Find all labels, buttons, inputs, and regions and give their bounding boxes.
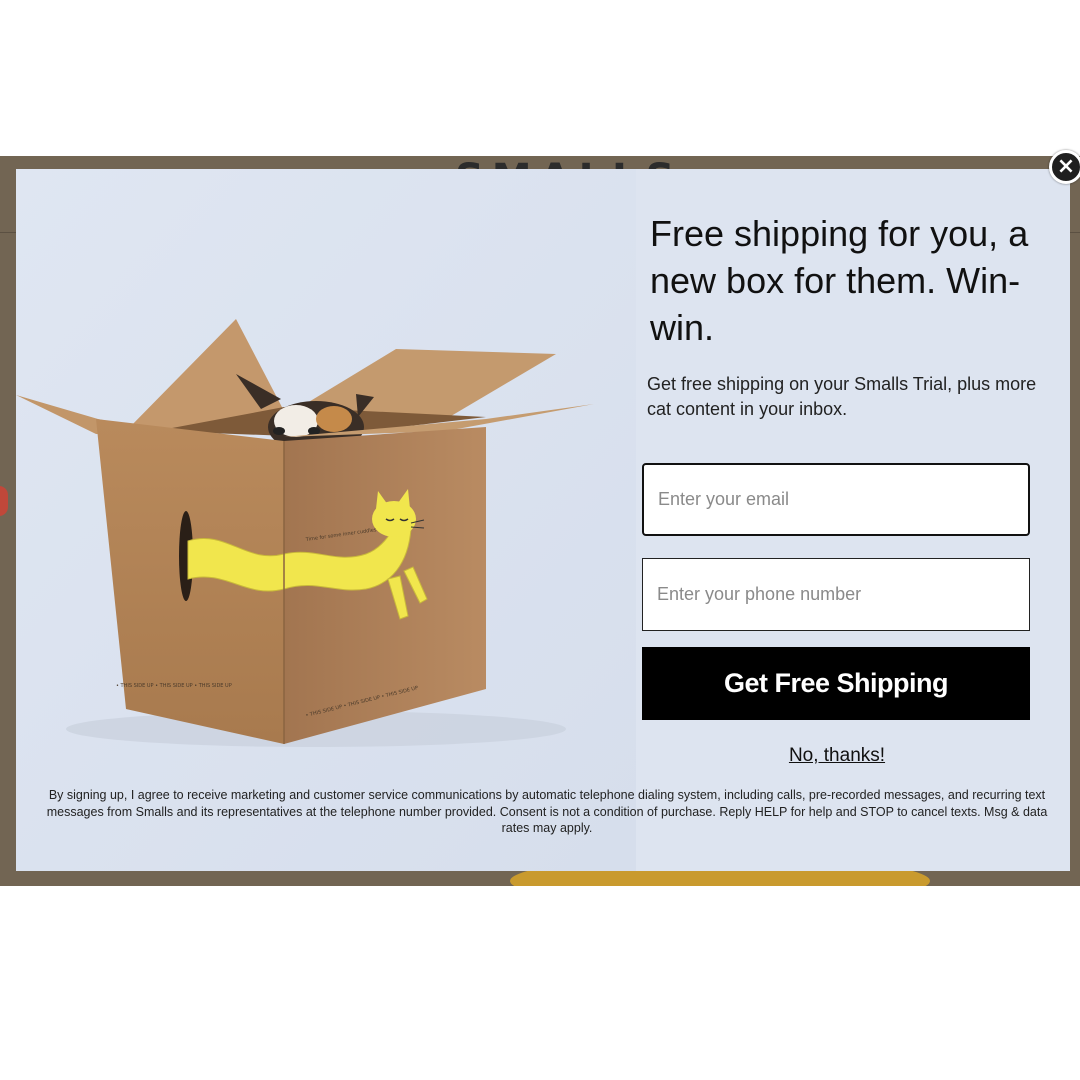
phone-input[interactable] — [642, 558, 1030, 631]
signup-modal: Time for some inner cuddles • THIS SIDE … — [16, 169, 1070, 871]
modal-headline: Free shipping for you, a new box for the… — [650, 213, 1029, 348]
close-icon[interactable]: × — [1049, 150, 1080, 184]
modal-subhead: Get free shipping on your Smalls Trial, … — [647, 374, 1037, 419]
get-free-shipping-button[interactable]: Get Free Shipping — [642, 647, 1030, 720]
svg-text:• THIS SIDE UP • THIS SIDE: • THIS SIDE UP • THIS SIDE UP • THIS SID… — [116, 683, 232, 689]
cat-in-box-illustration: Time for some inner cuddles • THIS SIDE … — [16, 169, 636, 871]
consent-disclaimer: By signing up, I agree to receive market… — [46, 788, 1048, 835]
no-thanks-link[interactable]: No, thanks! — [737, 745, 937, 767]
background-badge — [0, 486, 8, 516]
email-input[interactable] — [642, 463, 1030, 536]
